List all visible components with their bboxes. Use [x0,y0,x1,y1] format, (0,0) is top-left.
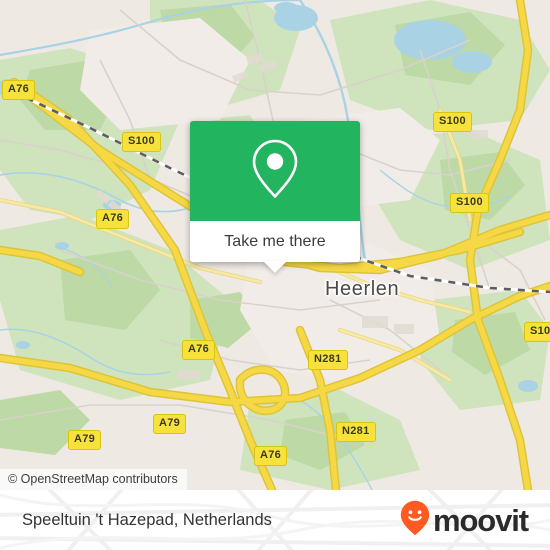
road-shield-a76-sw: A76 [182,340,216,360]
road-shield-s100-se: S100 [524,322,550,342]
moovit-place-map-screen: Heerlen A76 S100 A76 S100 S100 A76 N281 … [0,0,550,550]
place-popup-card[interactable]: Take me there [190,121,360,273]
location-pin-icon [249,137,301,206]
map-canvas[interactable]: Heerlen A76 S100 A76 S100 S100 A76 N281 … [0,0,550,490]
footer-bar: Speeltuin 't Hazepad, Netherlands moovit [0,490,550,550]
popup-icon-area [190,121,360,221]
road-shield-s100-nw: S100 [122,132,161,152]
road-shield-a76-nw: A76 [2,80,36,100]
road-shield-a79-s: A79 [153,414,187,434]
road-shield-n281-c: N281 [308,350,348,370]
road-shield-a76-s: A76 [254,446,288,466]
take-me-there-label: Take me there [224,232,326,250]
osm-attribution[interactable]: © OpenStreetMap contributors [0,469,187,490]
moovit-wordmark: moovit [432,502,529,538]
moovit-brand-logo[interactable]: moovit [400,500,529,541]
road-shield-a76-w: A76 [96,209,130,229]
road-shield-a79-sw: A79 [68,430,102,450]
road-shield-s100-ne: S100 [433,112,472,132]
place-name-label: Speeltuin 't Hazepad, Netherlands [22,510,272,529]
map-city-label-heerlen: Heerlen [325,278,400,300]
road-shield-n281-s: N281 [336,422,376,442]
popup-pointer-tail [263,261,287,273]
moovit-smiley-pin-icon [400,500,430,541]
popup-action-area[interactable]: Take me there [190,221,360,273]
road-shield-s100-e: S100 [450,193,489,213]
